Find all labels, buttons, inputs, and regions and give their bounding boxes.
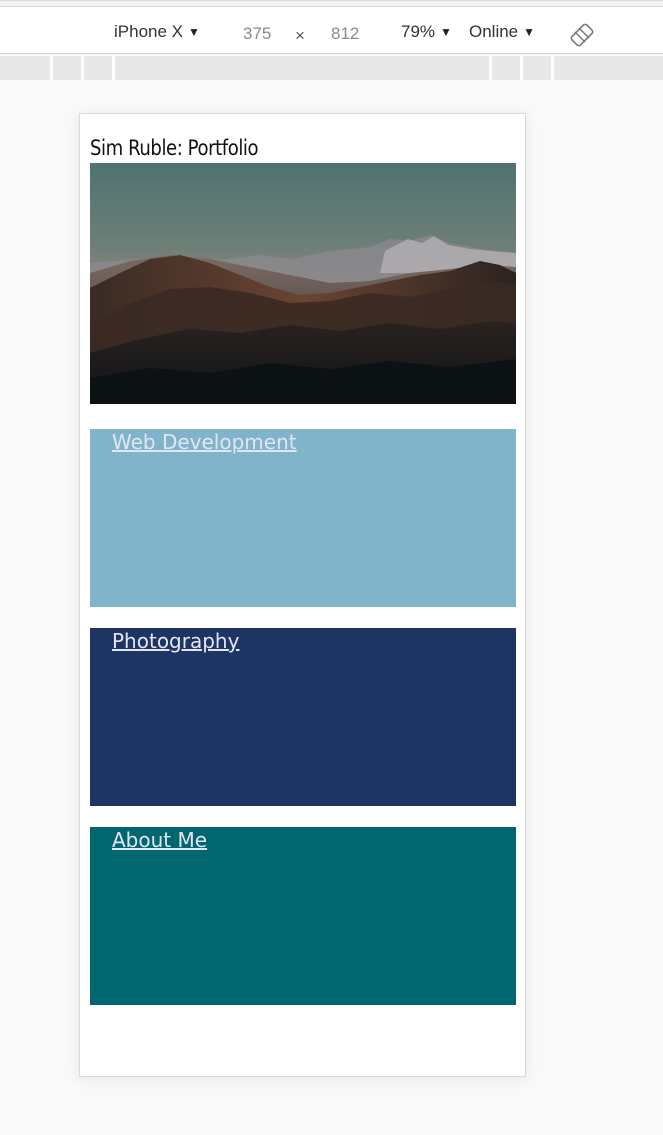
hero-image (90, 163, 516, 404)
rotate-icon[interactable] (570, 23, 594, 47)
zoom-select[interactable]: 79% ▼ (401, 22, 452, 42)
media-query-divider (520, 56, 523, 80)
chevron-down-icon: ▼ (523, 25, 536, 39)
page-title: Sim Ruble: Portfolio (90, 136, 259, 160)
media-query-divider (551, 56, 554, 80)
about-me-link[interactable]: About Me (112, 828, 207, 852)
height-input[interactable]: 812 (331, 24, 359, 44)
media-query-divider (50, 56, 53, 80)
media-query-bar[interactable] (0, 56, 663, 80)
zoom-select-label: 79% (401, 22, 436, 41)
device-viewport: Sim Ruble: Portfolio Web Development Pho… (79, 113, 526, 1077)
card-web-development[interactable]: Web Development (90, 429, 516, 607)
mountain-landscape-photo (90, 163, 516, 404)
device-select[interactable]: iPhone X ▼ (114, 22, 200, 42)
chevron-down-icon: ▼ (188, 25, 200, 39)
web-development-link[interactable]: Web Development (112, 430, 297, 454)
media-query-divider (112, 56, 115, 80)
network-throttle-select[interactable]: Online ▼ (469, 22, 535, 42)
network-select-label: Online (469, 22, 519, 41)
media-query-divider (489, 56, 492, 80)
toolbar-top-border (0, 1, 663, 7)
width-input[interactable]: 375 (243, 24, 271, 44)
device-select-label: iPhone X (114, 22, 183, 41)
devtools-toolbar: iPhone X ▼ 375 × 812 79% ▼ Online ▼ (0, 0, 663, 54)
dimension-separator: × (295, 26, 305, 45)
card-photography[interactable]: Photography (90, 628, 516, 806)
photography-link[interactable]: Photography (112, 629, 239, 653)
card-about-me[interactable]: About Me (90, 827, 516, 1005)
chevron-down-icon: ▼ (440, 25, 452, 39)
media-query-divider (81, 56, 84, 80)
